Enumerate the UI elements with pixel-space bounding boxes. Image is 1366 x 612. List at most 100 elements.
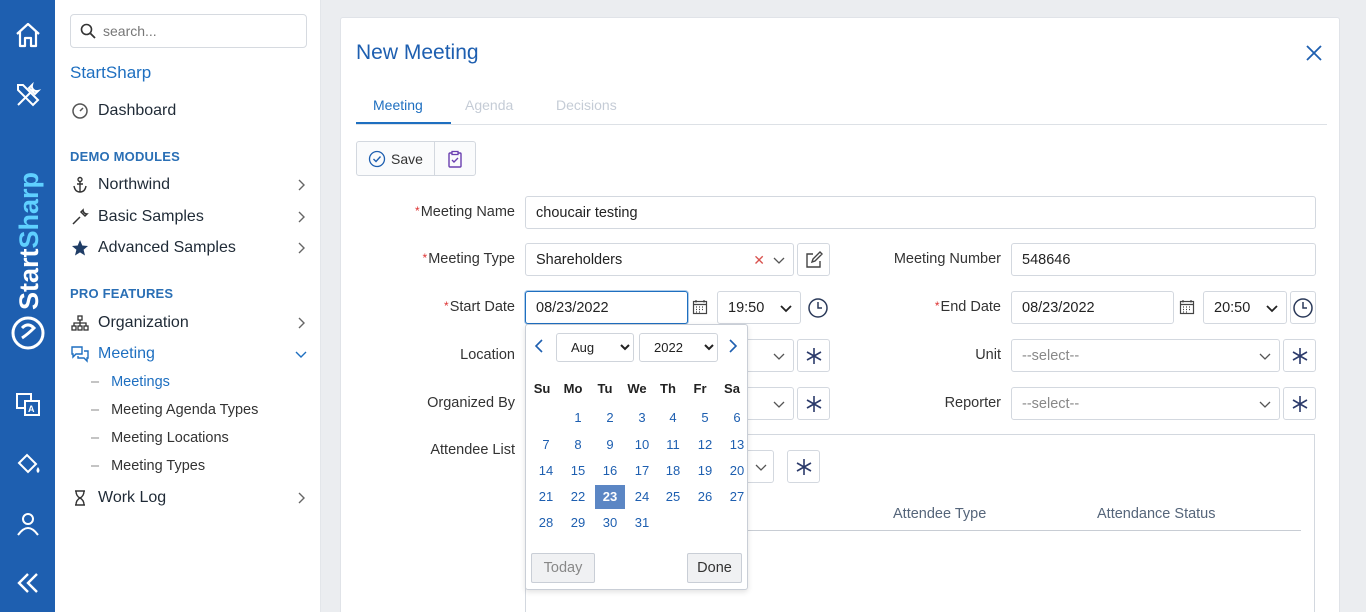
- end-time-clock-button[interactable]: [1290, 291, 1316, 324]
- calendar-day[interactable]: 16: [595, 459, 625, 483]
- today-button[interactable]: Today: [531, 553, 595, 583]
- save-button[interactable]: Save: [357, 142, 435, 175]
- calendar-day[interactable]: 25: [658, 485, 688, 509]
- calendar-day[interactable]: 14: [531, 459, 561, 483]
- attendee-list-label: Attendee List: [430, 442, 515, 458]
- calendar-day[interactable]: 28: [531, 511, 561, 535]
- sidebar: StartSharp Dashboard DEMO MODULES Northw…: [55, 0, 321, 612]
- tab-agenda[interactable]: Agenda: [465, 97, 513, 113]
- sidebar-subitem-meeting-agenda-types[interactable]: – Meeting Agenda Types: [91, 402, 258, 418]
- home-icon[interactable]: [11, 18, 45, 52]
- column-header-attendance-status[interactable]: Attendance Status: [1097, 506, 1216, 522]
- brand-name: StartSharp: [70, 63, 152, 82]
- sidebar-item-northwind[interactable]: Northwind: [70, 172, 310, 198]
- meeting-name-field[interactable]: choucair testing: [525, 196, 1316, 229]
- search-box[interactable]: [70, 14, 307, 48]
- add-reporter-button[interactable]: [1283, 387, 1316, 420]
- sidebar-item-basic-samples[interactable]: Basic Samples: [70, 204, 310, 230]
- field-value: choucair testing: [536, 204, 638, 221]
- field-placeholder: --select--: [1022, 395, 1080, 412]
- calendar-day[interactable]: 22: [563, 485, 593, 509]
- calendar-day[interactable]: 11: [658, 433, 688, 457]
- calendar-day[interactable]: 4: [658, 406, 688, 430]
- calendar-day[interactable]: 6: [722, 406, 752, 430]
- save-label: Save: [391, 150, 423, 167]
- meeting-type-select[interactable]: Shareholders ✕: [525, 243, 794, 276]
- calendar-day[interactable]: 21: [531, 485, 561, 509]
- calendar-day[interactable]: 23: [595, 485, 625, 509]
- calendar-day[interactable]: 15: [563, 459, 593, 483]
- calendar-day[interactable]: 8: [563, 433, 593, 457]
- paint-bucket-icon[interactable]: [11, 447, 45, 481]
- calendar-day[interactable]: 12: [690, 433, 720, 457]
- start-time-clock-button[interactable]: [805, 291, 830, 324]
- add-attendee-button[interactable]: [787, 450, 820, 483]
- collapse-icon[interactable]: [11, 566, 45, 600]
- add-unit-button[interactable]: [1283, 339, 1316, 372]
- calendar-day[interactable]: 24: [627, 485, 657, 509]
- sidebar-subitem-meeting-locations[interactable]: – Meeting Locations: [91, 430, 229, 446]
- sidebar-subitem-meeting-types[interactable]: – Meeting Types: [91, 458, 205, 474]
- calendar-day[interactable]: 26: [690, 485, 720, 509]
- location-select[interactable]: [748, 339, 794, 372]
- org-chart-icon: [70, 313, 90, 333]
- year-select[interactable]: 2022: [639, 333, 718, 362]
- end-date-input[interactable]: 08/23/2022: [1011, 291, 1174, 324]
- sidebar-item-work-log[interactable]: Work Log: [70, 485, 310, 511]
- column-header-attendee-type[interactable]: Attendee Type: [893, 506, 986, 522]
- search-input[interactable]: [103, 23, 283, 39]
- calendar-day[interactable]: 3: [627, 406, 657, 430]
- section-demo-modules: DEMO MODULES: [70, 149, 181, 164]
- calendar-day[interactable]: 1: [563, 406, 593, 430]
- tab-decisions[interactable]: Decisions: [556, 97, 617, 113]
- close-icon[interactable]: [1305, 44, 1323, 62]
- chevron-right-icon: [298, 179, 305, 191]
- calendar-day[interactable]: 27: [722, 485, 752, 509]
- prev-month-icon[interactable]: [531, 338, 547, 354]
- month-select[interactable]: Aug: [556, 333, 634, 362]
- tab-meeting[interactable]: Meeting: [373, 97, 423, 113]
- sidebar-item-organization[interactable]: Organization: [70, 310, 310, 336]
- next-month-icon[interactable]: [725, 338, 741, 354]
- translate-icon[interactable]: A: [11, 387, 45, 421]
- add-location-button[interactable]: [797, 339, 830, 372]
- calendar-icon[interactable]: [1179, 299, 1195, 315]
- end-time-select[interactable]: 20:50: [1203, 291, 1287, 324]
- reporter-select[interactable]: --select--: [1011, 387, 1280, 420]
- add-organizer-button[interactable]: [797, 387, 830, 420]
- chevron-down-icon: [773, 353, 785, 360]
- unit-select[interactable]: --select--: [1011, 339, 1280, 372]
- calendar-day[interactable]: 29: [563, 511, 593, 535]
- calendar-day[interactable]: 2: [595, 406, 625, 430]
- calendar-day[interactable]: 17: [627, 459, 657, 483]
- calendar-day[interactable]: 9: [595, 433, 625, 457]
- sidebar-item-advanced-samples[interactable]: Advanced Samples: [70, 235, 310, 261]
- calendar-day[interactable]: 13: [722, 433, 752, 457]
- calendar-day[interactable]: 20: [722, 459, 752, 483]
- start-date-label: *Start Date: [444, 299, 515, 315]
- sidebar-item-meeting[interactable]: Meeting: [70, 341, 310, 367]
- calendar-day[interactable]: 19: [690, 459, 720, 483]
- calendar-day[interactable]: 5: [690, 406, 720, 430]
- clear-icon[interactable]: ✕: [753, 252, 765, 269]
- calendar-day[interactable]: 7: [531, 433, 561, 457]
- subitem-label: Meeting Agenda Types: [111, 402, 259, 418]
- calendar-day[interactable]: 30: [595, 511, 625, 535]
- organized-by-select[interactable]: [748, 387, 794, 420]
- start-time-select[interactable]: 19:50: [717, 291, 801, 324]
- calendar-day[interactable]: 10: [627, 433, 657, 457]
- chevron-down-icon: [1259, 353, 1271, 360]
- sidebar-subitem-meetings[interactable]: – Meetings: [91, 374, 170, 390]
- start-date-input[interactable]: 08/23/2022: [525, 291, 688, 324]
- tools-icon[interactable]: [11, 78, 45, 112]
- calendar-icon[interactable]: [692, 299, 708, 315]
- user-icon[interactable]: [11, 507, 45, 541]
- sidebar-item-dashboard[interactable]: Dashboard: [70, 98, 310, 124]
- meeting-number-field[interactable]: 548646: [1011, 243, 1316, 276]
- done-button[interactable]: Done: [687, 553, 742, 583]
- calendar-day[interactable]: 18: [658, 459, 688, 483]
- datepicker-popup: Aug 2022 Su Mo Tu We Th Fr Sa Today Done…: [525, 324, 748, 590]
- calendar-day[interactable]: 31: [627, 511, 657, 535]
- apply-button[interactable]: [435, 142, 475, 175]
- edit-meeting-type-button[interactable]: [797, 243, 830, 276]
